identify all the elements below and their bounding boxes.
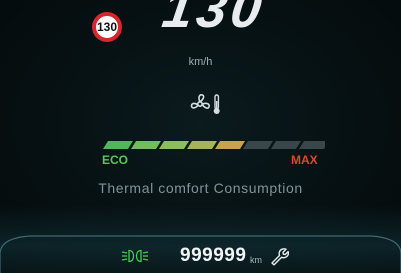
speed-limit-sign: 130: [92, 12, 122, 42]
speed-limit-value: 130: [96, 20, 118, 34]
gauge-segment: [159, 141, 189, 149]
speed-readout: 130: [158, 0, 270, 39]
thermal-consumption-gauge: [103, 141, 325, 149]
gauge-segment: [131, 141, 161, 149]
gauge-segment: [243, 141, 273, 149]
instrument-cluster: 130 130 km/h ECO MAX Thermal comfort Con…: [0, 0, 401, 273]
eco-label: ECO: [102, 153, 129, 167]
gauge-segment: [299, 141, 325, 149]
fan-thermometer-icon: [190, 94, 220, 114]
gauge-segment: [187, 141, 217, 149]
speed-unit: km/h: [188, 56, 213, 68]
wrench-icon: [271, 248, 289, 266]
gauge-segment: [103, 141, 133, 149]
odometer-value: 999999: [180, 245, 247, 266]
gauge-segment: [215, 141, 245, 149]
low-beam-headlight-icon: [121, 249, 149, 263]
max-label: MAX: [291, 153, 318, 167]
thermal-comfort-caption: Thermal comfort Consumption: [98, 180, 303, 196]
odometer-unit: km: [250, 255, 262, 265]
gauge-segment: [271, 141, 301, 149]
